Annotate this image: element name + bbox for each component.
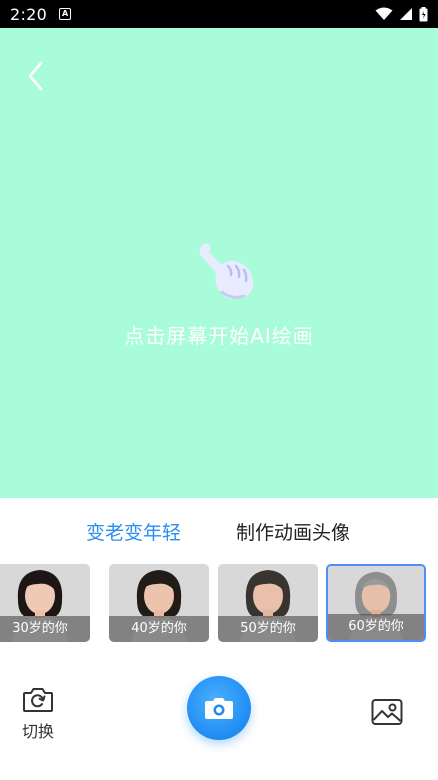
status-bar: 2:20 A bbox=[0, 0, 438, 28]
tab-aging[interactable]: 变老变年轻 bbox=[86, 518, 181, 545]
status-time: 2:20 bbox=[10, 4, 48, 24]
age-option-60[interactable]: 60岁的你 bbox=[326, 564, 426, 642]
ai-drawing-canvas[interactable]: 点击屏幕开始AI绘画 bbox=[0, 28, 438, 498]
back-arrow-icon bbox=[28, 61, 43, 91]
wifi-icon bbox=[375, 7, 393, 20]
switch-camera-button[interactable]: 切换 bbox=[20, 686, 60, 742]
control-panel: 变老变年轻 制作动画头像 30岁的你 40岁的你 50岁的你 60岁的你 切换 bbox=[0, 498, 438, 780]
camera-switch-icon bbox=[23, 688, 53, 712]
switch-camera-label: 切换 bbox=[21, 722, 54, 741]
age-option-label: 30岁的你 bbox=[0, 616, 90, 642]
age-option-label: 50岁的你 bbox=[218, 616, 318, 642]
gallery-icon bbox=[371, 699, 403, 725]
battery-icon bbox=[419, 6, 428, 21]
age-option-label: 40岁的你 bbox=[109, 616, 209, 642]
age-option-40[interactable]: 40岁的你 bbox=[109, 564, 209, 642]
age-option-50[interactable]: 50岁的你 bbox=[218, 564, 318, 642]
age-options: 30岁的你 40岁的你 50岁的你 60岁的你 bbox=[0, 564, 438, 644]
notification-badge: A bbox=[59, 8, 72, 20]
tab-animated-avatar[interactable]: 制作动画头像 bbox=[236, 518, 350, 545]
camera-icon bbox=[205, 698, 233, 719]
capture-button[interactable] bbox=[187, 676, 251, 740]
start-drawing-hint: 点击屏幕开始AI绘画 bbox=[124, 324, 314, 348]
cellular-icon bbox=[400, 8, 412, 20]
age-option-30[interactable]: 30岁的你 bbox=[0, 564, 90, 642]
status-icons bbox=[375, 6, 428, 22]
back-button[interactable] bbox=[22, 58, 50, 94]
gallery-button[interactable] bbox=[371, 698, 403, 726]
tap-hand-icon bbox=[199, 243, 254, 300]
age-option-label: 60岁的你 bbox=[328, 614, 424, 640]
